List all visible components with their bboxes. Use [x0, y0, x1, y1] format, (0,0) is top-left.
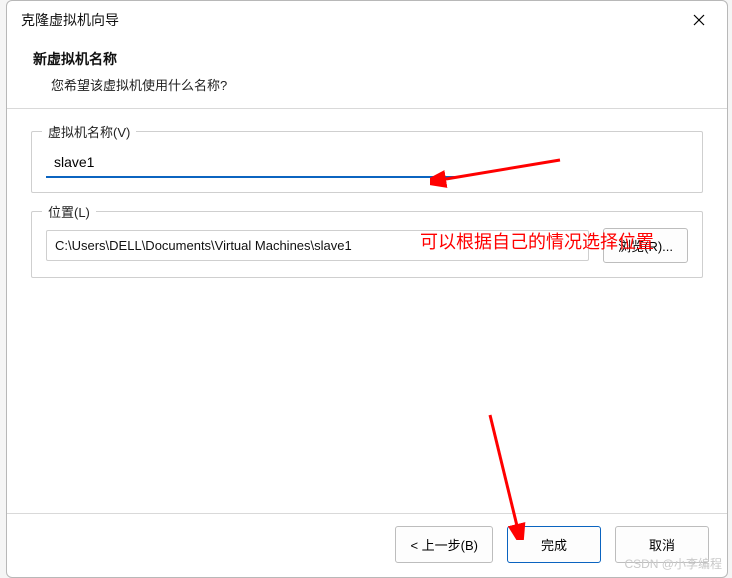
close-icon: [693, 14, 705, 26]
location-group: 位置(L) 浏览(R)...: [31, 211, 703, 278]
vm-name-label: 虚拟机名称(V): [42, 122, 136, 141]
browse-button[interactable]: 浏览(R)...: [603, 228, 688, 263]
dialog-window: 克隆虚拟机向导 新虚拟机名称 您希望该虚拟机使用什么名称? 虚拟机名称(V) 位…: [6, 0, 728, 578]
cancel-button[interactable]: 取消: [615, 526, 709, 563]
finish-button[interactable]: 完成: [507, 526, 601, 563]
vm-name-group: 虚拟机名称(V): [31, 131, 703, 193]
dialog-footer: < 上一步(B) 完成 取消: [7, 513, 727, 577]
close-button[interactable]: [683, 9, 715, 31]
dialog-title: 克隆虚拟机向导: [21, 10, 119, 30]
header-subheading: 您希望该虚拟机使用什么名称?: [51, 75, 701, 94]
location-label: 位置(L): [42, 202, 96, 221]
dialog-content: 虚拟机名称(V) 位置(L) 浏览(R)...: [7, 109, 727, 513]
vm-name-input[interactable]: [46, 148, 458, 178]
header-heading: 新虚拟机名称: [33, 49, 701, 69]
back-button[interactable]: < 上一步(B): [395, 526, 493, 563]
titlebar: 克隆虚拟机向导: [7, 1, 727, 39]
location-input[interactable]: [46, 230, 589, 261]
dialog-header: 新虚拟机名称 您希望该虚拟机使用什么名称?: [7, 39, 727, 109]
